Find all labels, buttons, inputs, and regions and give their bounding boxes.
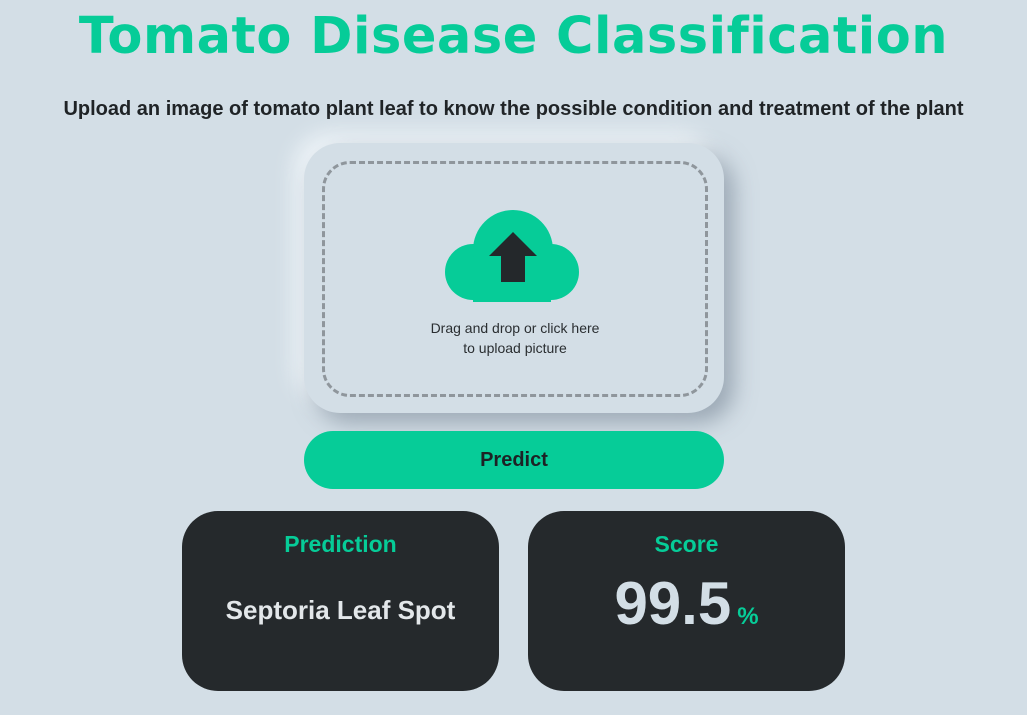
upload-instruction-line-1: Drag and drop or click here bbox=[430, 320, 600, 336]
upload-instructions: Drag and drop or click here to upload pi… bbox=[325, 318, 705, 358]
prediction-card: Prediction Septoria Leaf Spot bbox=[182, 511, 499, 691]
score-card: Score 99.5% bbox=[528, 511, 845, 691]
score-value: 99.5 bbox=[614, 570, 732, 637]
page-title: Tomato Disease Classification bbox=[78, 7, 949, 66]
prediction-value: Septoria Leaf Spot bbox=[225, 595, 456, 625]
prediction-heading: Prediction bbox=[284, 531, 397, 557]
upload-instruction-line-2: to upload picture bbox=[463, 340, 567, 356]
cloud-upload-icon bbox=[445, 210, 579, 302]
score-heading: Score bbox=[654, 531, 719, 557]
score-readout: 99.5% bbox=[528, 569, 845, 639]
score-unit: % bbox=[737, 603, 759, 630]
upload-dropzone[interactable]: Drag and drop or click here to upload pi… bbox=[322, 161, 708, 397]
predict-button[interactable]: Predict bbox=[304, 431, 724, 489]
page-subtitle: Upload an image of tomato plant leaf to … bbox=[63, 98, 964, 120]
upload-card: Drag and drop or click here to upload pi… bbox=[304, 143, 724, 413]
